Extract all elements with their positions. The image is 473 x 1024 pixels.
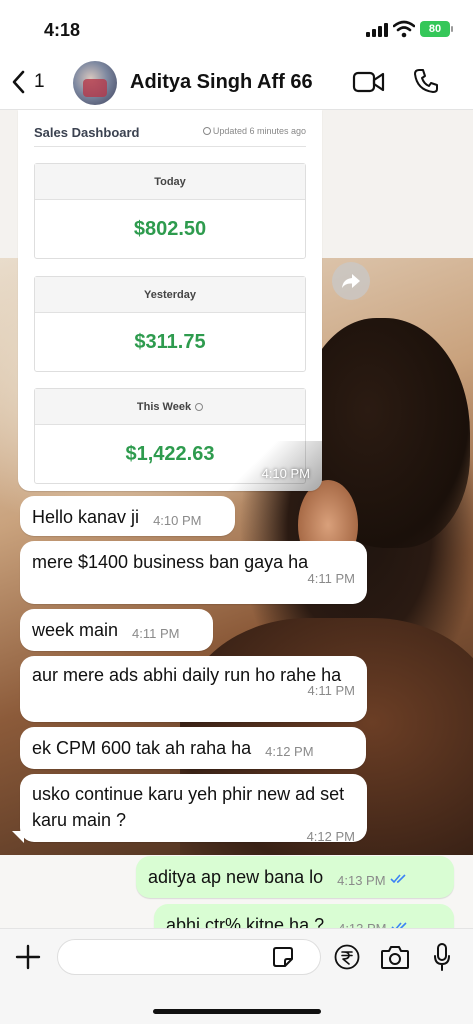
info-icon	[195, 403, 204, 412]
message-bubble[interactable]: usko continue karu yeh phir new ad set k…	[20, 774, 367, 844]
image-message[interactable]: Sales Dashboard Updated 6 minutes ago To…	[18, 110, 322, 491]
home-indicator	[153, 1009, 321, 1014]
dashboard-card-today: Today $802.50	[34, 163, 306, 259]
camera-icon[interactable]	[380, 944, 410, 970]
dashboard-title: Sales Dashboard	[34, 125, 140, 140]
video-call-icon[interactable]	[352, 70, 386, 94]
back-button[interactable]: 1	[10, 68, 45, 96]
clock-icon	[202, 127, 211, 135]
message-time: 4:10 PM	[261, 466, 310, 481]
status-bar: 4:18 80	[0, 0, 473, 54]
message-bubble[interactable]: Hello kanav ji 4:10 PM	[20, 496, 235, 536]
message-bubble[interactable]: mere $1400 business ban gaya ha 4:11 PM	[20, 541, 367, 604]
mic-icon[interactable]	[433, 942, 451, 972]
plus-icon[interactable]	[14, 943, 42, 971]
chat-header: 1 Aditya Singh Aff 66	[0, 54, 473, 110]
sales-dashboard-screenshot: Sales Dashboard Updated 6 minutes ago To…	[34, 110, 306, 485]
read-ticks-icon	[389, 874, 406, 884]
wifi-icon	[393, 20, 415, 38]
sticker-icon[interactable]	[272, 946, 294, 968]
rupee-icon[interactable]	[334, 944, 360, 970]
battery-icon: 80	[420, 21, 453, 37]
phone-icon[interactable]	[413, 68, 439, 94]
message-bubble-outgoing[interactable]: aditya ap new bana lo 4:13 PM	[136, 856, 454, 898]
dashboard-card-yesterday: Yesterday $311.75	[34, 276, 306, 372]
back-chevron-icon	[12, 70, 25, 94]
dashboard-updated: Updated 6 minutes ago	[202, 126, 306, 136]
signal-icon	[366, 23, 388, 37]
message-bubble[interactable]: week main 4:11 PM	[20, 609, 213, 651]
message-bubble[interactable]: aur mere ads abhi daily run ho rahe ha 4:…	[20, 656, 367, 722]
unread-count: 1	[34, 71, 45, 92]
composer-bar	[0, 928, 473, 1024]
message-bubble[interactable]: ek CPM 600 tak ah raha ha 4:12 PM	[20, 727, 366, 769]
status-time: 4:18	[44, 20, 81, 40]
avatar[interactable]	[73, 61, 117, 105]
forward-button[interactable]	[332, 262, 370, 300]
contact-name[interactable]: Aditya Singh Aff 66	[130, 71, 313, 94]
forward-icon	[342, 274, 360, 288]
